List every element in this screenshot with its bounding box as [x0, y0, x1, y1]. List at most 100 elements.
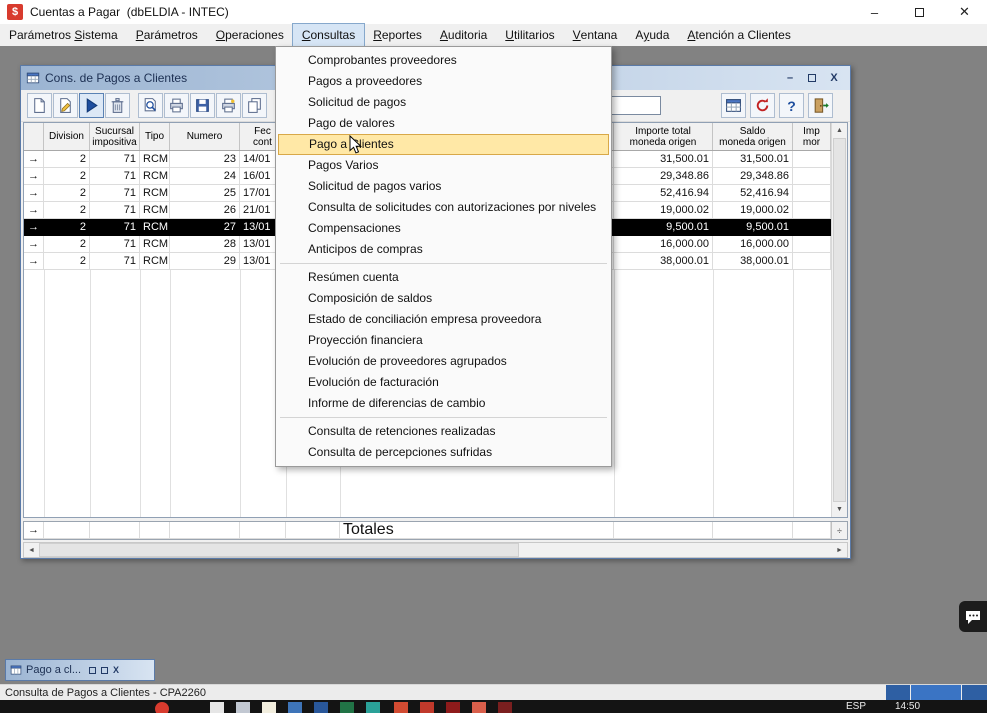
maximize-button[interactable]	[897, 0, 942, 24]
menu-item-solicitud-de-pagos-varios[interactable]: Solicitud de pagos varios	[278, 176, 609, 197]
cell-importe: 16,000.00	[614, 236, 713, 253]
taskbar-icon[interactable]	[446, 702, 460, 713]
totals-spin-control[interactable]: ÷	[831, 522, 847, 539]
mouse-cursor	[349, 135, 363, 160]
menu-operaciones[interactable]: Operaciones	[207, 24, 293, 46]
menu-item-consulta-solicitudes-autorizaciones[interactable]: Consulta de solicitudes con autorizacion…	[278, 197, 609, 218]
taskbar-icon[interactable]	[314, 702, 328, 713]
menu-item-solicitud-de-pagos[interactable]: Solicitud de pagos	[278, 92, 609, 113]
label-part: peraciones	[225, 28, 284, 42]
chat-overlay-button[interactable]	[959, 601, 987, 632]
menu-auditoria[interactable]: Auditoria	[431, 24, 496, 46]
menu-atencion-a-clientes[interactable]: Atención a Clientes	[678, 24, 799, 46]
minimized-maximize-button[interactable]	[101, 667, 108, 674]
label-part: eportes	[382, 28, 422, 42]
horizontal-scrollbar-thumb[interactable]	[39, 543, 519, 557]
menu-ventana[interactable]: Ventana	[564, 24, 627, 46]
taskbar-icon[interactable]	[472, 702, 486, 713]
menu-item-pago-a-clientes[interactable]: Pago a Clientes	[278, 134, 609, 155]
cell-extra	[793, 253, 831, 270]
horizontal-scrollbar[interactable]: ◄ ►	[23, 542, 848, 558]
menu-item-anticipos-de-compras[interactable]: Anticipos de compras	[278, 239, 609, 260]
taskbar-icon[interactable]	[498, 702, 512, 713]
run-query-button[interactable]	[79, 93, 104, 118]
menu-item-proyeccion-financiera[interactable]: Proyección financiera	[278, 330, 609, 351]
minimize-button[interactable]: –	[852, 0, 897, 24]
taskbar-clock[interactable]: 14:50	[895, 701, 920, 712]
header-division[interactable]: Division	[44, 123, 90, 150]
taskbar-icon[interactable]	[366, 702, 380, 713]
maximize-icon	[915, 8, 924, 17]
cell-sucursal: 71	[90, 151, 140, 168]
menu-item-evolucion-de-facturacion[interactable]: Evolución de facturación	[278, 372, 609, 393]
header-tipo[interactable]: Tipo	[140, 123, 170, 150]
taskbar-icon[interactable]	[288, 702, 302, 713]
menu-reportes[interactable]: Reportes	[364, 24, 431, 46]
menu-item-comprobantes-proveedores[interactable]: Comprobantes proveedores	[278, 50, 609, 71]
preview-button[interactable]	[138, 93, 163, 118]
statusbar-text: Consulta de Pagos a Clientes - CPA2260	[0, 687, 206, 699]
taskbar-icon[interactable]	[155, 702, 169, 713]
print-button[interactable]	[164, 93, 189, 118]
menu-parametros[interactable]: Parámetros	[127, 24, 207, 46]
cell-tipo: RCM	[140, 202, 170, 219]
delete-button[interactable]	[105, 93, 130, 118]
grid-view-button[interactable]	[721, 93, 746, 118]
menu-parametros-sistema[interactable]: Parámetros Sistema	[0, 24, 127, 46]
taskbar-icon[interactable]	[236, 702, 250, 713]
menu-consultas[interactable]: Consultas	[293, 24, 364, 46]
scroll-down-icon[interactable]: ▼	[832, 502, 847, 517]
taskbar-icon[interactable]	[340, 702, 354, 713]
menu-ayuda[interactable]: Ayuda	[626, 24, 678, 46]
cell-numero: 23	[170, 151, 240, 168]
menu-item-informe-diferencias-de-cambio[interactable]: Informe de diferencias de cambio	[278, 393, 609, 414]
print-setup-button[interactable]	[216, 93, 241, 118]
minimized-restore-button[interactable]	[89, 667, 96, 674]
taskbar-icon[interactable]	[394, 702, 408, 713]
scroll-up-icon[interactable]: ▲	[832, 123, 847, 138]
vertical-scrollbar[interactable]: ▲ ▼	[831, 123, 847, 517]
header-saldo[interactable]: Saldomoneda origen	[713, 123, 793, 150]
edit-button[interactable]	[53, 93, 78, 118]
taskbar-icon[interactable]	[420, 702, 434, 713]
minimized-close-button[interactable]: X	[113, 665, 119, 675]
header-sucursal-impositiva[interactable]: Sucursalimpositiva	[90, 123, 140, 150]
grid-line	[90, 270, 91, 517]
menu-item-pagos-varios[interactable]: Pagos Varios	[278, 155, 609, 176]
menu-item-evolucion-proveedores-agrupados[interactable]: Evolución de proveedores agrupados	[278, 351, 609, 372]
refresh-button[interactable]	[750, 93, 775, 118]
menu-item-resumen-cuenta[interactable]: Resúmen cuenta	[278, 267, 609, 288]
menu-item-pago-de-valores[interactable]: Pago de valores	[278, 113, 609, 134]
header-importe-total[interactable]: Importe totalmoneda origen	[614, 123, 713, 150]
taskbar-icon[interactable]	[262, 702, 276, 713]
menu-utilitarios[interactable]: Utilitarios	[496, 24, 563, 46]
totals-cell	[140, 522, 170, 539]
child-minimize-button[interactable]: –	[783, 71, 797, 85]
menu-item-estado-conciliacion-empresa-proveedora[interactable]: Estado de conciliación empresa proveedor…	[278, 309, 609, 330]
menu-item-consulta-percepciones-sufridas[interactable]: Consulta de percepciones sufridas	[278, 442, 609, 463]
grid-line	[713, 270, 714, 517]
taskbar-icon[interactable]	[210, 702, 224, 713]
child-restore-button[interactable]	[805, 71, 819, 85]
exit-button[interactable]	[808, 93, 833, 118]
help-button[interactable]: ?	[779, 93, 804, 118]
cell-saldo: 38,000.01	[713, 253, 793, 270]
taskbar-language[interactable]: ESP	[846, 701, 866, 712]
new-button[interactable]	[27, 93, 52, 118]
header-importe-moneda[interactable]: Impmor	[793, 123, 831, 150]
export-button[interactable]	[242, 93, 267, 118]
scroll-left-icon[interactable]: ◄	[24, 543, 39, 557]
menu-item-pagos-a-proveedores[interactable]: Pagos a proveedores	[278, 71, 609, 92]
close-button[interactable]: ✕	[942, 0, 987, 24]
menu-item-compensaciones[interactable]: Compensaciones	[278, 218, 609, 239]
vertical-scrollbar-thumb[interactable]	[833, 138, 846, 502]
menu-item-composicion-de-saldos[interactable]: Composición de saldos	[278, 288, 609, 309]
child-close-button[interactable]: X	[827, 71, 841, 85]
save-button[interactable]	[190, 93, 215, 118]
scroll-right-icon[interactable]: ►	[832, 543, 847, 557]
header-numero[interactable]: Numero	[170, 123, 240, 150]
menu-item-consulta-retenciones-realizadas[interactable]: Consulta de retenciones realizadas	[278, 421, 609, 442]
label-part: entana	[581, 28, 618, 42]
menu-separator	[280, 417, 607, 418]
minimized-window-pago-a-clientes[interactable]: Pago a cl... X	[5, 659, 155, 681]
